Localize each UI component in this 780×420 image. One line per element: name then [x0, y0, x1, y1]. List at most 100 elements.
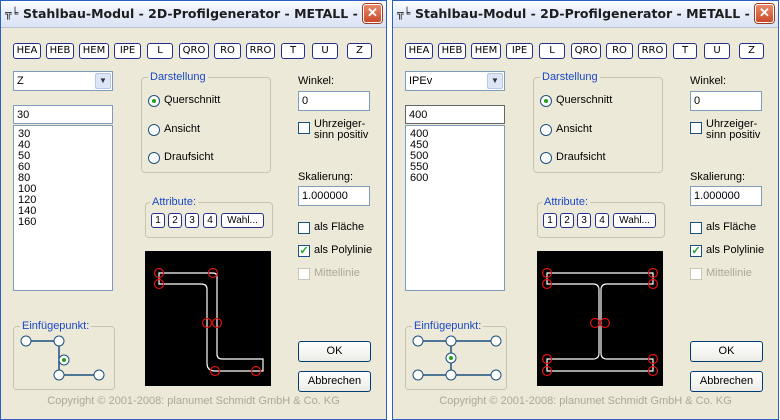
radio-querschnitt-label[interactable]: Querschnitt: [556, 94, 612, 106]
als-polylinie-checkbox[interactable]: ✓: [690, 245, 702, 257]
profile-button-z[interactable]: Z: [739, 43, 764, 59]
close-button[interactable]: ✕: [755, 4, 774, 23]
list-item[interactable]: 160: [18, 217, 36, 228]
profile-generator-window-left: ╦╘ Stahlbau-Modul - 2D-Profilgenerator -…: [0, 0, 387, 420]
insertion-point-option[interactable]: [412, 369, 424, 381]
radio-ansicht[interactable]: [148, 124, 160, 136]
insertion-point-option[interactable]: [20, 335, 32, 347]
app-icon: ╦╘: [397, 7, 411, 20]
radio-querschnitt[interactable]: [148, 95, 160, 107]
radio-ansicht[interactable]: [540, 124, 552, 136]
profile-button-t[interactable]: T: [673, 43, 697, 59]
skalierung-input[interactable]: 1.000000: [298, 186, 370, 206]
attribute-button-4[interactable]: 4: [203, 213, 217, 228]
radio-draufsicht[interactable]: [540, 152, 552, 164]
insertion-point-option[interactable]: [490, 369, 502, 381]
profile-button-hea[interactable]: HEA: [405, 43, 433, 59]
darstellung-label: Darstellung: [540, 71, 600, 83]
size-list[interactable]: 400 450 500 550 600: [405, 125, 505, 291]
attribute-button-1[interactable]: 1: [151, 213, 165, 228]
insertion-point-option[interactable]: [93, 369, 105, 381]
insertion-point-option[interactable]: [412, 335, 424, 347]
als-flaeche-label[interactable]: als Fläche: [314, 221, 364, 233]
attribute-wahl-button[interactable]: Wahl...: [221, 213, 264, 228]
insertion-point-option[interactable]: [53, 335, 65, 347]
insertion-point-option[interactable]: [490, 335, 502, 347]
winkel-input[interactable]: 0: [690, 91, 762, 111]
attribute-button-3[interactable]: 3: [185, 213, 199, 228]
profile-generator-window-right: ╦╘ Stahlbau-Modul - 2D-Profilgenerator -…: [392, 0, 779, 420]
radio-draufsicht[interactable]: [148, 152, 160, 164]
copyright-text: Copyright © 2001-2008: planumet Schmidt …: [439, 395, 732, 407]
profile-type-dropdown[interactable]: Z ▼: [13, 71, 113, 91]
size-list[interactable]: 30 40 50 60 80 100 120 140 160: [13, 125, 113, 291]
title-bar[interactable]: ╦╘ Stahlbau-Modul - 2D-Profilgenerator -…: [393, 1, 778, 28]
als-flaeche-checkbox[interactable]: [298, 222, 310, 234]
profile-button-hea[interactable]: HEA: [13, 43, 41, 59]
attribute-button-1[interactable]: 1: [543, 213, 557, 228]
als-flaeche-checkbox[interactable]: [690, 222, 702, 234]
cancel-button[interactable]: Abbrechen: [298, 371, 371, 392]
insertion-point-option[interactable]: [445, 369, 457, 381]
als-flaeche-label[interactable]: als Fläche: [706, 221, 756, 233]
skalierung-value: 1.000000: [694, 190, 740, 202]
ok-button[interactable]: OK: [690, 341, 763, 362]
radio-querschnitt-label[interactable]: Querschnitt: [164, 94, 220, 106]
winkel-input[interactable]: 0: [298, 91, 370, 111]
profile-button-ipe[interactable]: IPE: [506, 43, 533, 59]
cancel-button[interactable]: Abbrechen: [690, 371, 763, 392]
profile-button-z[interactable]: Z: [347, 43, 372, 59]
profile-button-l[interactable]: L: [147, 43, 173, 59]
skalierung-label: Skalierung:: [298, 171, 354, 183]
insertion-point-selector[interactable]: [19, 333, 109, 385]
profile-button-ipe[interactable]: IPE: [114, 43, 141, 59]
size-input[interactable]: 400: [405, 105, 505, 124]
profile-button-hem[interactable]: HEM: [471, 43, 501, 59]
attribute-button-2[interactable]: 2: [560, 213, 574, 228]
radio-querschnitt[interactable]: [540, 95, 552, 107]
size-input[interactable]: 30: [13, 105, 113, 124]
profile-button-heb[interactable]: HEB: [46, 43, 74, 59]
profile-button-rro[interactable]: RRO: [246, 43, 275, 59]
insertion-point-option[interactable]: [445, 335, 457, 347]
profile-button-l[interactable]: L: [539, 43, 565, 59]
profile-button-hem[interactable]: HEM: [79, 43, 109, 59]
profile-button-ro[interactable]: RO: [606, 43, 633, 59]
als-polylinie-checkbox[interactable]: ✓: [298, 245, 310, 257]
insertion-point-option[interactable]: [53, 369, 65, 381]
darstellung-group: Darstellung Querschnitt Ansicht Draufsic…: [533, 71, 663, 173]
title-bar[interactable]: ╦╘ Stahlbau-Modul - 2D-Profilgenerator -…: [1, 1, 386, 28]
attribute-button-4[interactable]: 4: [595, 213, 609, 228]
attribute-button-3[interactable]: 3: [577, 213, 591, 228]
chevron-down-icon[interactable]: ▼: [487, 73, 503, 89]
profile-button-u[interactable]: U: [704, 43, 730, 59]
uhrzeiger-label-line2[interactable]: sinn positiv: [706, 129, 760, 141]
skalierung-input[interactable]: 1.000000: [690, 186, 762, 206]
profile-button-qro[interactable]: QRO: [571, 43, 601, 59]
profile-button-rro[interactable]: RRO: [638, 43, 667, 59]
profile-button-qro[interactable]: QRO: [179, 43, 209, 59]
uhrzeiger-checkbox[interactable]: [690, 122, 702, 134]
radio-draufsicht-label[interactable]: Draufsicht: [556, 151, 606, 163]
als-polylinie-label[interactable]: als Polylinie: [706, 244, 764, 256]
als-polylinie-label[interactable]: als Polylinie: [314, 244, 372, 256]
profile-button-heb[interactable]: HEB: [438, 43, 466, 59]
ok-button[interactable]: OK: [298, 341, 371, 362]
vertex-marker: [589, 317, 601, 329]
attribute-wahl-button[interactable]: Wahl...: [613, 213, 656, 228]
profile-button-t[interactable]: T: [281, 43, 305, 59]
insertion-point-selector[interactable]: [411, 333, 506, 385]
uhrzeiger-checkbox[interactable]: [298, 122, 310, 134]
profile-button-ro[interactable]: RO: [214, 43, 241, 59]
uhrzeiger-label-line2[interactable]: sinn positiv: [314, 129, 368, 141]
list-item[interactable]: 600: [410, 173, 428, 184]
radio-draufsicht-label[interactable]: Draufsicht: [164, 151, 214, 163]
radio-ansicht-label[interactable]: Ansicht: [164, 123, 200, 135]
mittellinie-label: Mittellinie: [706, 267, 752, 279]
radio-ansicht-label[interactable]: Ansicht: [556, 123, 592, 135]
attribute-button-2[interactable]: 2: [168, 213, 182, 228]
profile-button-u[interactable]: U: [312, 43, 338, 59]
chevron-down-icon[interactable]: ▼: [95, 73, 111, 89]
close-button[interactable]: ✕: [363, 4, 382, 23]
profile-type-dropdown[interactable]: IPEv ▼: [405, 71, 505, 91]
